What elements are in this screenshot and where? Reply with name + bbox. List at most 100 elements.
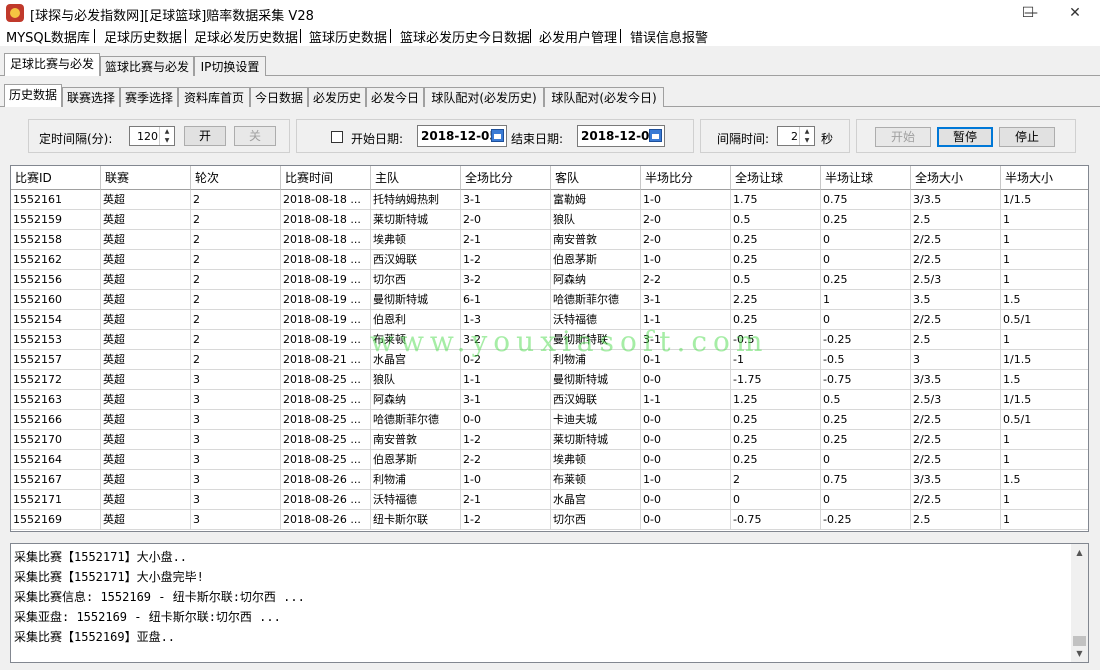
open-button[interactable]: 开	[184, 126, 226, 146]
column-header[interactable]: 联赛	[101, 166, 191, 190]
scroll-down-icon[interactable]: ▼	[1071, 645, 1088, 662]
table-row[interactable]: 1552160 英超 2 2018-08-19 ... 曼彻斯特城 6-1 哈德斯菲尔德 3-…	[11, 290, 1088, 310]
table-cell: 2018-08-26 ...	[281, 510, 371, 530]
tab-bifa-today[interactable]: 必发今日	[366, 87, 424, 107]
gap-panel: 间隔时间: 2 ▲ ▼ 秒	[700, 119, 850, 153]
table-cell: 英超	[101, 390, 191, 410]
table-cell: 2	[731, 470, 821, 490]
tab-football[interactable]: 足球比赛与必发	[4, 53, 100, 76]
menu-error-alert[interactable]: 错误信息报警	[630, 27, 708, 46]
column-header[interactable]: 主队	[371, 166, 461, 190]
table-cell: -0.25	[821, 330, 911, 350]
table-cell: 2018-08-25 ...	[281, 390, 371, 410]
spin-arrows-icon[interactable]: ▲ ▼	[159, 127, 174, 145]
table-cell: 1/1.5	[1001, 390, 1088, 410]
table-cell: 0-0	[641, 410, 731, 430]
table-cell: 0.25	[731, 410, 821, 430]
gap-label: 间隔时间:	[717, 132, 770, 146]
table-cell: 英超	[101, 370, 191, 390]
table-cell: 0.75	[821, 470, 911, 490]
log-line: 采集亚盘: 1552169 - 纽卡斯尔联:切尔西 ...	[14, 610, 281, 624]
log-line: 采集比赛【1552171】大小盘..	[14, 550, 188, 564]
table-cell: 英超	[101, 210, 191, 230]
table-row[interactable]: 1552166 英超 3 2018-08-25 ... 哈德斯菲尔德 0-0 卡迪夫城 0-0…	[11, 410, 1088, 430]
column-header[interactable]: 比赛时间	[281, 166, 371, 190]
table-cell: 2/2.5	[911, 230, 1001, 250]
column-header[interactable]: 全场让球	[731, 166, 821, 190]
table-row[interactable]: 1552161 英超 2 2018-08-18 ... 托特纳姆热刺 3-1 富勒姆 1-0 1…	[11, 190, 1088, 210]
table-row[interactable]: 1552156 英超 2 2018-08-19 ... 切尔西 3-2 阿森纳 2-2 0.5 0…	[11, 270, 1088, 290]
tab-basketball[interactable]: 篮球比赛与必发	[100, 56, 194, 76]
log-output[interactable]: 采集比赛【1552171】大小盘.. 采集比赛【1552171】大小盘完毕! 采…	[10, 543, 1089, 663]
interval-stepper[interactable]: 120 ▲ ▼	[129, 126, 175, 146]
table-cell: 2-0	[461, 210, 551, 230]
table-cell: 0-0	[641, 430, 731, 450]
table-row[interactable]: 1552159 英超 2 2018-08-18 ... 莱切斯特城 2-0 狼队 2-0 0.5…	[11, 210, 1088, 230]
table-cell: 水晶宫	[551, 490, 641, 510]
end-date-label: 结束日期:	[511, 132, 564, 146]
table-cell: 0.25	[731, 430, 821, 450]
tab-ip-settings[interactable]: IP切换设置	[194, 56, 266, 76]
start-date-checkbox[interactable]	[331, 131, 343, 143]
table-cell: 2018-08-25 ...	[281, 410, 371, 430]
table-row[interactable]: 1552164 英超 3 2018-08-25 ... 伯恩茅斯 2-2 埃弗顿 0-0 0.2…	[11, 450, 1088, 470]
column-header[interactable]: 半场大小	[1001, 166, 1088, 190]
table-row[interactable]: 1552172 英超 3 2018-08-25 ... 狼队 1-1 曼彻斯特城 0-0 -1.…	[11, 370, 1088, 390]
table-row[interactable]: 1552167 英超 3 2018-08-26 ... 利物浦 1-0 布莱顿 1-0 2 0.7…	[11, 470, 1088, 490]
end-date-picker[interactable]: 2018-12-06	[577, 125, 665, 147]
tab-league-select[interactable]: 联赛选择	[62, 87, 120, 107]
start-date-picker[interactable]: 2018-12-05	[417, 125, 507, 147]
log-line: 采集比赛【1552169】亚盘..	[14, 630, 176, 644]
table-row[interactable]: 1552163 英超 3 2018-08-25 ... 阿森纳 3-1 西汉姆联 1-1 1.2…	[11, 390, 1088, 410]
table-cell: 1	[1001, 510, 1088, 530]
column-header[interactable]: 客队	[551, 166, 641, 190]
close-button[interactable]: 关	[234, 126, 276, 146]
scroll-up-icon[interactable]: ▲	[1071, 544, 1088, 561]
column-header[interactable]: 全场比分	[461, 166, 551, 190]
table-cell: 2	[191, 270, 281, 290]
pause-button[interactable]: 暂停	[937, 127, 993, 147]
table-row[interactable]: 1552158 英超 2 2018-08-18 ... 埃弗顿 2-1 南安普敦 2-0 0.2…	[11, 230, 1088, 250]
table-cell: 1-2	[461, 430, 551, 450]
table-row[interactable]: 1552171 英超 3 2018-08-26 ... 沃特福德 2-1 水晶宫 0-0 0 0 2…	[11, 490, 1088, 510]
start-button[interactable]: 开始	[875, 127, 931, 147]
tab-team-match-today[interactable]: 球队配对(必发今日)	[544, 87, 664, 107]
table-cell: 0-0	[641, 450, 731, 470]
table-row[interactable]: 1552162 英超 2 2018-08-18 ... 西汉姆联 1-2 伯恩茅斯 1-0 0.…	[11, 250, 1088, 270]
table-row[interactable]: 1552170 英超 3 2018-08-25 ... 南安普敦 1-2 莱切斯特城 0-0 0…	[11, 430, 1088, 450]
table-cell: 3-1	[461, 190, 551, 210]
spin-arrows-icon[interactable]: ▲ ▼	[799, 127, 814, 145]
stop-button[interactable]: 停止	[999, 127, 1055, 147]
menu-football-history[interactable]: 足球历史数据	[104, 27, 182, 46]
log-scrollbar[interactable]: ▲ ▼	[1071, 544, 1088, 662]
tab-bifa-history[interactable]: 必发历史	[308, 87, 366, 107]
close-window-button[interactable]: ✕	[1052, 0, 1098, 26]
maximize-button[interactable]: ☐	[1005, 0, 1051, 26]
table-row[interactable]: 1552169 英超 3 2018-08-26 ... 纽卡斯尔联 1-2 切尔西 0-0 -0…	[11, 510, 1088, 530]
column-header[interactable]: 全场大小	[911, 166, 1001, 190]
menu-basketball-bifa[interactable]: 篮球必发历史今日数据	[400, 27, 530, 46]
tab-database-home[interactable]: 资料库首页	[178, 87, 250, 107]
tab-history-data[interactable]: 历史数据	[4, 84, 62, 107]
column-header[interactable]: 半场比分	[641, 166, 731, 190]
column-header[interactable]: 轮次	[191, 166, 281, 190]
table-cell: 伯恩茅斯	[371, 450, 461, 470]
menu-basketball-history[interactable]: 篮球历史数据	[309, 27, 387, 46]
menu-football-bifa-history[interactable]: 足球必发历史数据	[194, 27, 298, 46]
maximize-icon: ☐	[1021, 5, 1035, 21]
table-cell: 沃特福德	[371, 490, 461, 510]
tab-today-data[interactable]: 今日数据	[250, 87, 308, 107]
tab-team-match-history[interactable]: 球队配对(必发历史)	[424, 87, 544, 107]
tab-season-select[interactable]: 赛季选择	[120, 87, 178, 107]
calendar-icon[interactable]	[649, 129, 662, 142]
table-cell: 1-0	[641, 470, 731, 490]
menu-mysql[interactable]: MYSQL数据库	[6, 27, 90, 46]
table-cell: 2-0	[641, 230, 731, 250]
table-cell: 西汉姆联	[551, 390, 641, 410]
column-header[interactable]: 半场让球	[821, 166, 911, 190]
menu-bifa-users[interactable]: 必发用户管理	[539, 27, 617, 46]
calendar-icon[interactable]	[491, 129, 504, 142]
column-header[interactable]: 比赛ID	[11, 166, 101, 190]
gap-stepper[interactable]: 2 ▲ ▼	[777, 126, 815, 146]
table-cell: 2	[191, 330, 281, 350]
